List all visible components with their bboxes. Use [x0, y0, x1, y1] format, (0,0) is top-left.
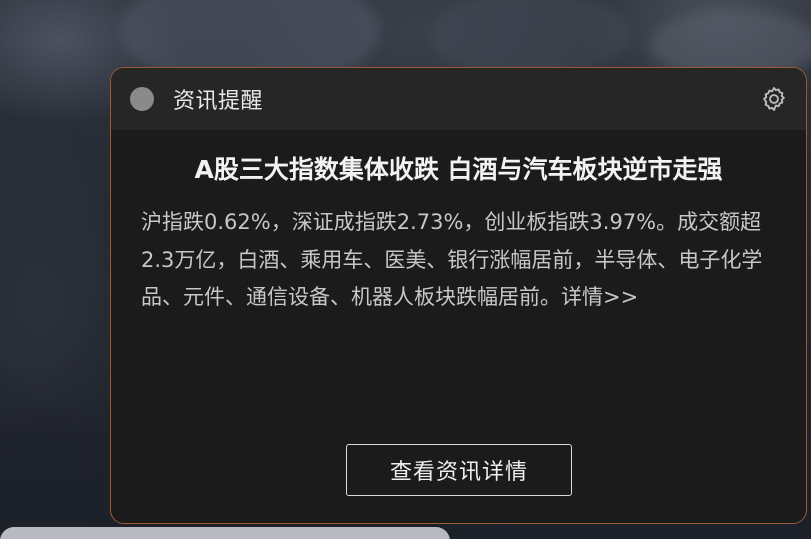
- detail-link[interactable]: 详情>>: [561, 285, 638, 309]
- desktop-background: 资讯提醒 A股三大指数集体收跌 白酒与汽车板块逆市走强 沪指跌0.62%，深证成…: [0, 0, 811, 539]
- gear-icon[interactable]: [760, 85, 788, 113]
- news-summary: 沪指跌0.62%，深证成指跌2.73%，创业板指跌3.97%。成交额超2.3万亿…: [141, 204, 777, 317]
- background-rock: [0, 420, 110, 539]
- notification-body: A股三大指数集体收跌 白酒与汽车板块逆市走强 沪指跌0.62%，深证成指跌2.7…: [111, 130, 806, 317]
- news-summary-text: 沪指跌0.62%，深证成指跌2.73%，创业板指跌3.97%。成交额超2.3万亿…: [141, 210, 763, 309]
- notification-title: 资讯提醒: [173, 89, 264, 114]
- view-news-details-button[interactable]: 查看资讯详情: [346, 444, 572, 496]
- background-rock: [0, 120, 100, 380]
- taskbar-edge: [0, 527, 450, 539]
- status-dot-icon: [130, 87, 154, 111]
- news-notification-panel: 资讯提醒 A股三大指数集体收跌 白酒与汽车板块逆市走强 沪指跌0.62%，深证成…: [110, 67, 807, 524]
- notification-header: 资讯提醒: [111, 68, 806, 130]
- news-headline[interactable]: A股三大指数集体收跌 白酒与汽车板块逆市走强: [141, 152, 776, 188]
